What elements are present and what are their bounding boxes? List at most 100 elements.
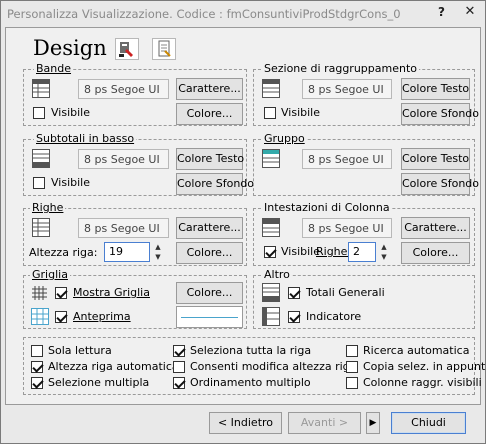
row-height-input[interactable]: 19 <box>104 242 150 262</box>
option-checkbox-3[interactable] <box>31 361 43 373</box>
bande-visible-checkbox[interactable] <box>33 107 45 119</box>
option-label-1: Seleziona tutta la riga <box>190 344 312 357</box>
dialog-body: Design Bande 8 ps Segoe UI Carattere... … <box>5 27 486 405</box>
option-checkbox-8[interactable] <box>346 377 358 389</box>
bande-visible-label: Visibile <box>51 106 90 119</box>
altro-group: Altro Totali Generali Indicatore <box>253 268 475 329</box>
gruppo-font-field[interactable]: 8 ps Segoe UI <box>302 149 392 169</box>
subtotali-group: Subtotali in basso 8 ps Segoe UI Colore … <box>23 132 254 196</box>
spin-down-icon[interactable]: ▼ <box>378 252 390 262</box>
righe-group: Righe 8 ps Segoe UI Carattere... Altezza… <box>23 201 247 266</box>
option-checkbox-5[interactable] <box>346 361 358 373</box>
intestazioni-color-button[interactable]: Colore... <box>401 242 470 264</box>
righe-font-button[interactable]: Carattere... <box>176 217 243 239</box>
header-rows-spinner[interactable]: ▲ ▼ <box>378 242 390 262</box>
intestazioni-group: Intestazioni di Colonna 8 ps Segoe UI Ca… <box>253 201 475 266</box>
subtotali-visible-label: Visibile <box>51 176 90 189</box>
altro-legend: Altro <box>262 268 292 281</box>
page-title: Design <box>33 36 107 60</box>
intestazioni-font-field[interactable]: 8 ps Segoe UI <box>302 218 392 238</box>
righe-font-field[interactable]: 8 ps Segoe UI <box>78 218 169 238</box>
indicator-checkbox[interactable] <box>288 311 300 323</box>
bande-group: Bande 8 ps Segoe UI Carattere... Visibil… <box>23 62 247 126</box>
preview-checkbox[interactable] <box>55 311 67 323</box>
back-button[interactable]: < Indietro <box>209 412 282 434</box>
bands-icon <box>32 79 50 98</box>
rows-icon <box>32 218 50 237</box>
subtotals-icon <box>32 149 50 168</box>
indicator-label: Indicatore <box>306 310 362 323</box>
preview-grid-icon <box>31 308 49 325</box>
title-bar: Personalizza Visualizzazione. Codice : f… <box>1 1 485 27</box>
play-button[interactable]: ▶ <box>366 412 380 434</box>
bande-color-button[interactable]: Colore... <box>176 103 243 125</box>
sezione-font-field[interactable]: 8 ps Segoe UI <box>302 79 392 99</box>
totals-label: Totali Generali <box>306 286 385 299</box>
header-rows-label: Righe: <box>316 245 352 258</box>
column-headers-icon <box>262 218 280 237</box>
row-height-spinner[interactable]: ▲ ▼ <box>152 242 164 262</box>
intestazioni-visible-checkbox[interactable] <box>264 246 276 258</box>
close-button[interactable]: Chiudi <box>391 412 466 434</box>
righe-color-button[interactable]: Colore... <box>176 242 243 264</box>
dialog-window: Personalizza Visualizzazione. Codice : f… <box>0 0 486 444</box>
gruppo-bg-color-button[interactable]: Colore Sfondo <box>401 173 479 195</box>
sezione-visible-checkbox[interactable] <box>264 107 276 119</box>
option-label-7: Ordinamento multiplo <box>190 376 311 389</box>
spin-up-icon[interactable]: ▲ <box>152 242 164 252</box>
option-label-6: Selezione multipla <box>48 376 150 389</box>
spin-up-icon[interactable]: ▲ <box>378 242 390 252</box>
preview-label: Anteprima <box>73 310 131 323</box>
subtotali-font-field[interactable]: 8 ps Segoe UI <box>78 149 169 169</box>
totals-checkbox[interactable] <box>288 287 300 299</box>
totals-icon <box>262 283 280 302</box>
indicator-icon <box>262 307 280 326</box>
header-rows-input[interactable]: 2 <box>348 242 376 262</box>
notes-button[interactable] <box>152 38 176 60</box>
sezione-legend: Sezione di raggruppamento <box>262 62 420 75</box>
righe-legend: Righe <box>30 201 66 214</box>
option-checkbox-6[interactable] <box>31 377 43 389</box>
bande-legend: Bande <box>34 62 74 75</box>
option-label-3: Altezza riga automatica <box>48 360 179 373</box>
row-height-label: Altezza riga: <box>29 246 98 259</box>
subtotali-bg-color-button[interactable]: Colore Sfondo <box>176 173 254 195</box>
griglia-legend: Griglia <box>30 268 70 281</box>
subtotali-visible-checkbox[interactable] <box>33 177 45 189</box>
bande-font-button[interactable]: Carattere... <box>176 78 243 100</box>
next-button[interactable]: Avanti > <box>288 412 361 434</box>
subtotali-text-color-button[interactable]: Colore Testo <box>176 148 244 170</box>
spin-down-icon[interactable]: ▼ <box>152 252 164 262</box>
grid-color-button[interactable]: Colore... <box>176 282 243 304</box>
show-grid-checkbox[interactable] <box>55 287 67 299</box>
grid-preview-sample <box>176 306 243 328</box>
gruppo-legend: Gruppo <box>262 132 307 145</box>
window-title: Personalizza Visualizzazione. Codice : f… <box>7 7 401 21</box>
group-section-icon <box>262 79 280 98</box>
document-icon <box>158 40 171 57</box>
option-label-0: Sola lettura <box>48 344 112 357</box>
option-label-2: Ricerca automatica <box>363 344 470 357</box>
bande-font-field[interactable]: 8 ps Segoe UI <box>78 79 169 99</box>
option-checkbox-0[interactable] <box>31 345 43 357</box>
paint-tools-icon <box>119 42 133 57</box>
sezione-text-color-button[interactable]: Colore Testo <box>401 78 470 100</box>
help-icon[interactable]: ? <box>438 5 445 19</box>
close-icon[interactable]: ✕ <box>462 4 478 20</box>
gruppo-text-color-button[interactable]: Colore Testo <box>401 148 470 170</box>
intestazioni-visible-label: Visibile <box>281 245 320 258</box>
option-label-4: Consenti modifica altezza riga <box>190 360 357 373</box>
option-checkbox-2[interactable] <box>346 345 358 357</box>
subtotali-legend: Subtotali in basso <box>34 132 137 145</box>
show-grid-label: Mostra Griglia <box>73 286 150 299</box>
options-group: Sola lettura Seleziona tutta la riga Ric… <box>23 337 486 395</box>
option-checkbox-1[interactable] <box>173 345 185 357</box>
option-label-5: Copia selez. in appunti <box>363 360 486 373</box>
intestazioni-font-button[interactable]: Carattere... <box>401 217 470 239</box>
design-tools-button[interactable] <box>115 38 139 60</box>
footer-bar: < Indietro Avanti > ▶ Chiudi <box>5 405 481 441</box>
option-label-8: Colonne raggr. visibili <box>363 376 482 389</box>
sezione-bg-color-button[interactable]: Colore Sfondo <box>401 103 479 125</box>
option-checkbox-4[interactable] <box>173 361 185 373</box>
option-checkbox-7[interactable] <box>173 377 185 389</box>
